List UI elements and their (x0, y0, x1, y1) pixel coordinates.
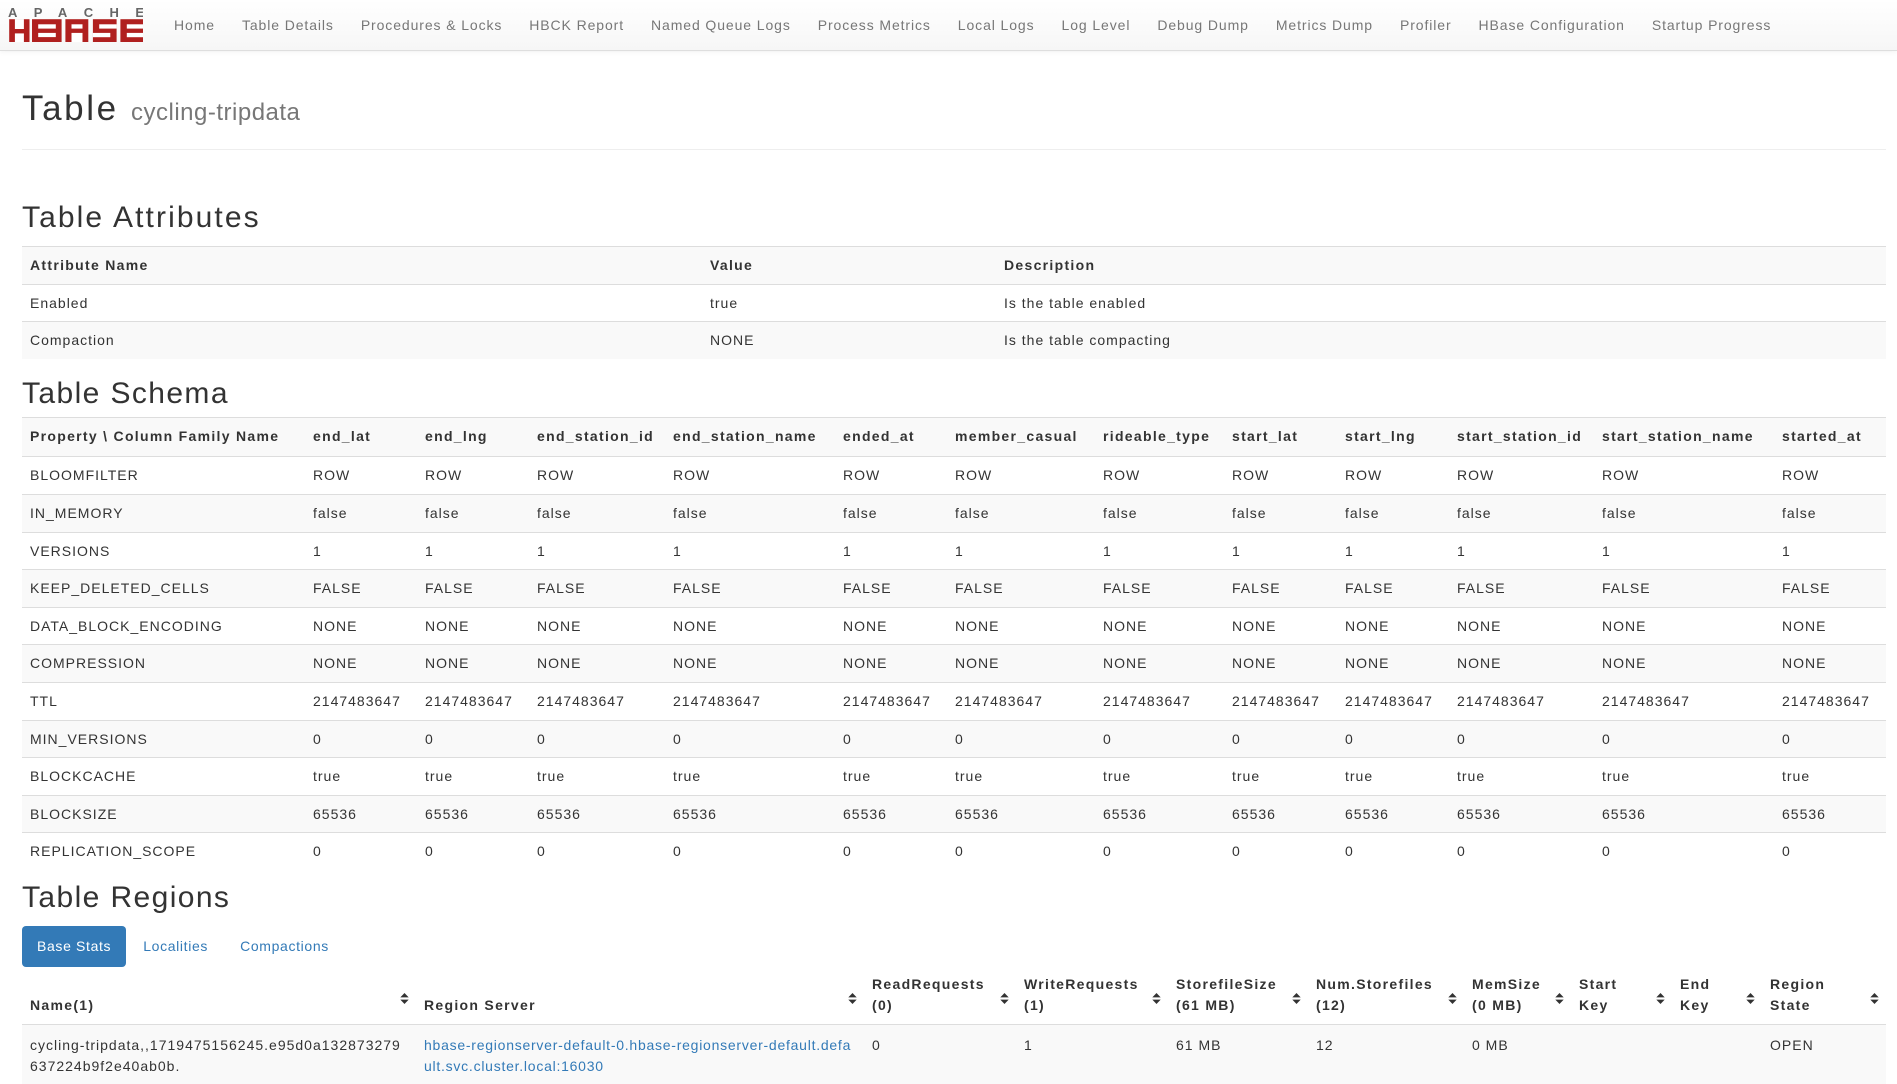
svg-text:APACHE: APACHE (8, 7, 143, 20)
